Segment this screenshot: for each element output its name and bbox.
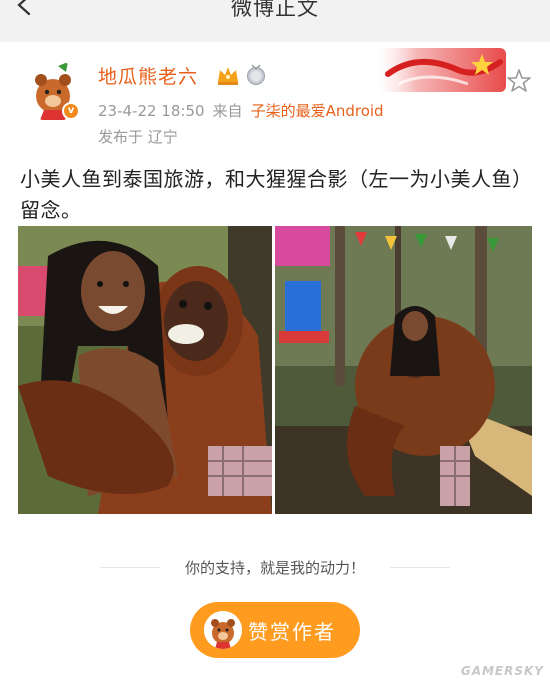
star-icon[interactable] xyxy=(506,68,532,94)
post-text: 小美人鱼到泰国旅游，和大猩猩合影（左一为小美人鱼）留念。 xyxy=(20,167,523,222)
support-text: 你的支持，就是我的动力！ xyxy=(184,559,365,577)
crown-badge-icon xyxy=(218,67,238,85)
page-title: 微博正文 xyxy=(231,0,319,20)
medal-badge-icon xyxy=(247,64,265,85)
username[interactable]: 地瓜熊老六 xyxy=(98,62,198,89)
author-avatar-small xyxy=(204,611,242,649)
post-source-link[interactable]: 子柒的最爱Android xyxy=(251,102,384,120)
post-timestamp: 23-4-22 18:50 xyxy=(98,102,205,120)
verified-badge-icon: v xyxy=(62,102,80,120)
decorative-banner-image xyxy=(378,48,506,92)
reward-author-button[interactable]: 赞赏作者 xyxy=(190,602,360,658)
post-location: 发布于 辽宁 xyxy=(98,128,178,146)
post-photo-right[interactable] xyxy=(275,226,532,514)
post-card: v 地瓜熊老六 23-4-22 18:50 来自 子柒的最爱Android 发布于 … xyxy=(0,42,550,682)
watermark: GAMERSKY xyxy=(460,664,544,678)
post-photo-left[interactable] xyxy=(18,226,272,514)
source-prefix: 来自 xyxy=(212,102,243,120)
post-meta: 23-4-22 18:50 来自 子柒的最爱Android xyxy=(98,100,384,121)
reward-button-label: 赞赏作者 xyxy=(248,620,336,644)
top-nav-bar: 微博正文 xyxy=(0,0,550,36)
divider-right xyxy=(390,567,450,568)
